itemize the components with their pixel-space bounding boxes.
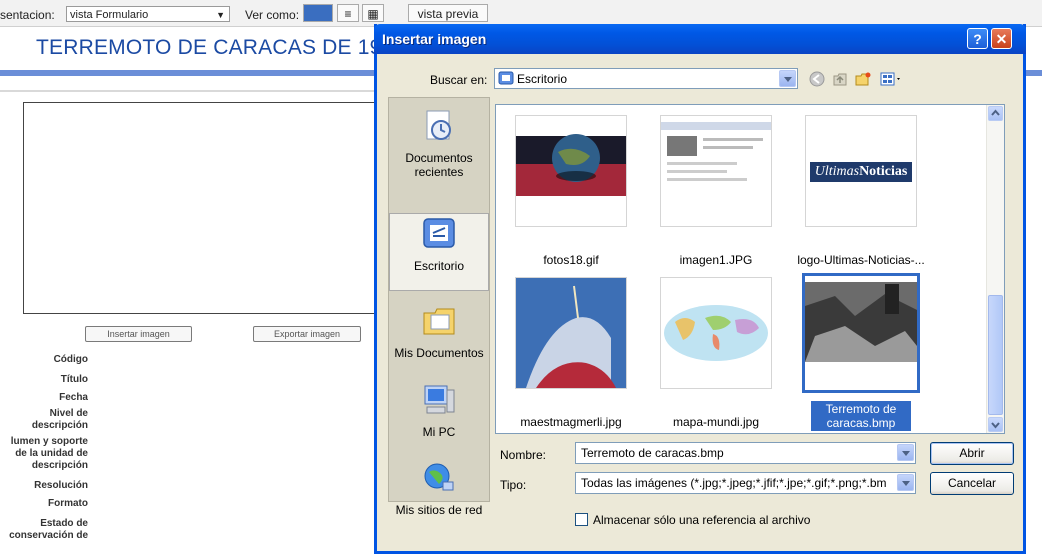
view-grid-icon[interactable]: ▦ bbox=[362, 4, 384, 22]
field-label-volume-3: descripción bbox=[31, 460, 88, 471]
look-in-select[interactable]: Escritorio bbox=[494, 68, 798, 89]
image-placeholder bbox=[23, 102, 380, 314]
file-thumbnail[interactable] bbox=[660, 277, 772, 389]
insert-image-dialog: Insertar imagen ? ✕ Buscar en: Escritori… bbox=[374, 24, 1026, 554]
filetype-value: Todas las imágenes (*.jpg;*.jpeg;*.jfif;… bbox=[581, 476, 887, 490]
chevron-down-icon[interactable] bbox=[897, 444, 914, 461]
filetype-select[interactable]: Todas las imágenes (*.jpg;*.jpeg;*.jfif;… bbox=[575, 472, 916, 494]
field-label-volume: lumen y soporte bbox=[10, 436, 88, 447]
network-places-icon bbox=[424, 463, 454, 491]
document-title: TERREMOTO DE CARACAS DE 1967 bbox=[36, 36, 406, 59]
filename-label: Nombre: bbox=[500, 448, 547, 462]
field-label-level-2: descripción bbox=[31, 420, 88, 431]
export-image-button[interactable]: Exportar imagen bbox=[253, 326, 361, 342]
view-list-icon[interactable]: ≡ bbox=[337, 4, 359, 22]
file-name[interactable]: logo-Ultimas-Noticias-... bbox=[781, 253, 941, 267]
reference-checkbox-label[interactable]: Almacenar sólo una referencia al archivo bbox=[593, 513, 810, 527]
file-thumbnail-selected[interactable] bbox=[802, 273, 920, 393]
look-in-value: Escritorio bbox=[517, 72, 568, 86]
file-thumbnail[interactable]: UltimasNoticias bbox=[805, 115, 917, 227]
ultimas-noticias-logo: UltimasNoticias bbox=[810, 162, 912, 182]
file-thumbnail[interactable] bbox=[515, 115, 627, 227]
field-label-title: Título bbox=[60, 374, 88, 385]
field-label-state-2: conservación de bbox=[9, 530, 88, 541]
section-divider bbox=[0, 90, 380, 92]
planet-image bbox=[516, 134, 626, 196]
preview-button[interactable]: vista previa bbox=[408, 4, 488, 22]
chevron-down-icon bbox=[991, 422, 1000, 429]
place-my-computer[interactable]: Mi PC bbox=[389, 382, 489, 439]
unicorn-image bbox=[516, 278, 626, 388]
file-name[interactable]: fotos18.gif bbox=[496, 253, 651, 267]
close-button[interactable]: ✕ bbox=[991, 28, 1012, 49]
place-label: Mis sitios de red bbox=[395, 503, 483, 517]
presentation-select-value: vista Formulario bbox=[70, 9, 149, 21]
scroll-up-button[interactable] bbox=[988, 106, 1003, 121]
file-name[interactable]: maestmagmerli.jpg bbox=[496, 415, 651, 429]
file-name-selected[interactable]: Terremoto de caracas.bmp bbox=[811, 401, 911, 431]
presentation-label: sentacion: bbox=[0, 8, 55, 22]
title-divider bbox=[0, 70, 380, 76]
presentation-select[interactable]: vista Formulario ▼ bbox=[66, 6, 230, 22]
place-label: Documentos recientes bbox=[405, 151, 473, 179]
file-thumbnail[interactable] bbox=[660, 115, 772, 227]
place-desktop[interactable]: Escritorio bbox=[389, 213, 489, 291]
help-button[interactable]: ? bbox=[967, 28, 988, 49]
my-computer-icon bbox=[424, 385, 455, 414]
view-as-label: Ver como: bbox=[245, 8, 300, 22]
place-network[interactable]: Mis sitios de red bbox=[389, 460, 489, 517]
field-label-code: Código bbox=[53, 354, 88, 365]
filename-field[interactable]: Terremoto de caracas.bmp bbox=[575, 442, 916, 464]
file-thumbnail[interactable] bbox=[515, 277, 627, 389]
insert-image-button[interactable]: Insertar imagen bbox=[85, 326, 192, 342]
file-list-scrollbar[interactable] bbox=[986, 105, 1004, 433]
new-folder-icon[interactable] bbox=[855, 71, 871, 87]
recent-documents-icon bbox=[426, 110, 451, 140]
field-label-date: Fecha bbox=[59, 392, 88, 403]
chevron-down-icon: ▼ bbox=[216, 10, 225, 20]
place-label: Escritorio bbox=[413, 259, 464, 273]
field-label-volume-2: de la unidad de bbox=[15, 448, 88, 459]
open-button[interactable]: Abrir bbox=[930, 442, 1014, 465]
places-bar: Documentos recientes Escritorio Mis Docu… bbox=[388, 97, 490, 517]
field-label-state: Estado de bbox=[40, 518, 88, 529]
chevron-up-icon bbox=[991, 109, 1000, 116]
up-folder-icon[interactable] bbox=[832, 71, 848, 87]
field-label-resolution: Resolución bbox=[34, 480, 88, 491]
world-map-image bbox=[664, 305, 768, 361]
my-documents-icon bbox=[423, 308, 455, 335]
dialog-title: Insertar imagen bbox=[382, 31, 487, 47]
cancel-button[interactable]: Cancelar bbox=[930, 472, 1014, 495]
chevron-down-icon[interactable] bbox=[897, 474, 914, 491]
earthquake-image bbox=[805, 276, 917, 390]
scroll-down-button[interactable] bbox=[988, 417, 1003, 432]
desktop-icon bbox=[423, 218, 455, 248]
file-name[interactable]: mapa-mundi.jpg bbox=[636, 415, 796, 429]
place-recent-documents[interactable]: Documentos recientes bbox=[389, 108, 489, 179]
chevron-down-icon[interactable] bbox=[779, 70, 796, 87]
look-in-label: Buscar en: bbox=[430, 73, 488, 87]
place-label: Mis Documentos bbox=[394, 346, 484, 360]
background-toolbar: sentacion: vista Formulario ▼ Ver como: … bbox=[0, 0, 1042, 27]
reference-checkbox[interactable] bbox=[575, 513, 588, 526]
filetype-label: Tipo: bbox=[500, 478, 527, 492]
desktop-icon bbox=[498, 71, 514, 85]
scrollbar-thumb[interactable] bbox=[988, 295, 1003, 415]
webpage-image bbox=[661, 122, 771, 181]
dialog-titlebar[interactable]: Insertar imagen ? ✕ bbox=[374, 24, 1026, 54]
field-label-format: Formato bbox=[48, 498, 88, 509]
file-name[interactable]: imagen1.JPG bbox=[636, 253, 796, 267]
view-form-icon[interactable] bbox=[303, 4, 333, 22]
place-label: Mi PC bbox=[422, 425, 456, 439]
back-icon[interactable] bbox=[809, 71, 825, 87]
filename-value: Terremoto de caracas.bmp bbox=[581, 446, 724, 460]
view-menu-icon[interactable] bbox=[880, 71, 904, 87]
field-label-level: Nivel de bbox=[49, 408, 88, 419]
place-my-documents[interactable]: Mis Documentos bbox=[389, 303, 489, 360]
file-list[interactable]: fotos18.gif imagen1.JPG UltimasNoticias … bbox=[495, 104, 1005, 434]
